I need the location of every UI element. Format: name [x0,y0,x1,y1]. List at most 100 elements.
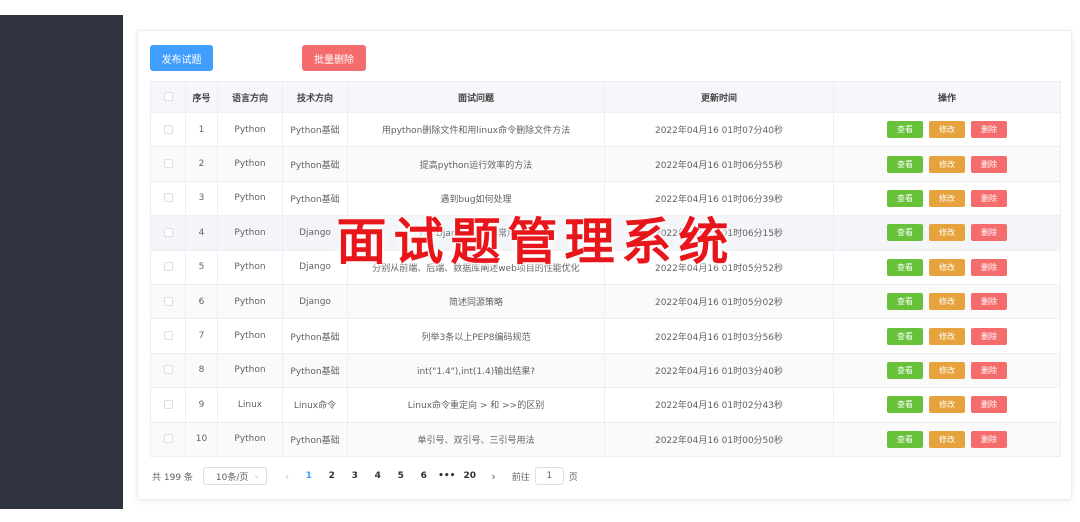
page-number[interactable]: 4 [366,471,389,481]
cell-tech: Python基础 [282,318,348,354]
table-row: 3 Python Python基础 遇到bug如何处理 2022年04月16 01时06… [150,180,1061,217]
row-checkbox[interactable] [163,159,173,169]
delete-button[interactable]: 删除 [971,224,1007,242]
page-number[interactable]: 5 [389,471,412,481]
row-select-cell[interactable] [150,146,186,182]
edit-button[interactable]: 修改 [929,396,965,414]
table-row: 2 Python Python基础 提高python运行效率的方法 2022年04月16… [150,146,1061,182]
edit-button[interactable]: 修改 [929,293,965,311]
select-all-checkbox[interactable] [163,92,173,101]
delete-button[interactable]: 删除 [971,396,1007,414]
row-checkbox[interactable] [163,434,173,444]
sidebar [0,15,123,509]
row-select-cell[interactable] [150,318,186,354]
cell-tech: Django [282,283,348,320]
view-button[interactable]: 查看 [887,121,923,139]
header-index: 序号 [185,81,218,113]
row-checkbox[interactable] [163,262,173,272]
row-checkbox[interactable] [163,296,173,306]
cell-actions: 查看 修改 删除 [833,180,1061,217]
cell-index: 2 [185,146,218,182]
cell-language: Python [217,283,283,320]
cell-question: int("1.4"),int(1.4)输出结果? [347,352,605,389]
cell-question: 单引号、双引号、三引号用法 [347,421,605,457]
cell-index: 7 [185,318,218,354]
edit-button[interactable]: 修改 [929,327,965,345]
edit-button[interactable]: 修改 [929,121,965,139]
delete-button[interactable]: 删除 [971,293,1007,311]
page-number[interactable]: 1 [297,471,320,481]
page-number[interactable]: 6 [412,471,435,481]
view-button[interactable]: 查看 [887,224,923,242]
edit-button[interactable]: 修改 [929,258,965,276]
edit-button[interactable]: 修改 [929,430,965,448]
table-row: 4 Python Django 列举Django的ORM常用方法 2022年04月16 … [150,215,1061,251]
cell-tech: Python基础 [282,146,348,182]
cell-language: Python [217,249,283,285]
delete-button[interactable]: 删除 [971,430,1007,448]
goto-page-input[interactable]: 1 [534,467,564,485]
view-button[interactable]: 查看 [887,189,923,207]
delete-button[interactable]: 删除 [971,155,1007,173]
question-list-card: 发布试题 批量删除 序号 语言方向 技术方向 面试问题 更新时间 操作 1 Pyt… [137,30,1072,500]
bulk-delete-button[interactable]: 批量删除 [302,45,366,71]
delete-button[interactable]: 删除 [971,327,1007,345]
cell-actions: 查看 修改 删除 [833,146,1061,182]
cell-actions: 查看 修改 删除 [833,387,1061,423]
row-checkbox[interactable] [163,331,173,341]
row-checkbox[interactable] [163,227,173,237]
delete-button[interactable]: 删除 [971,258,1007,276]
cell-tech: Django [282,249,348,285]
row-checkbox[interactable] [163,193,173,203]
edit-button[interactable]: 修改 [929,224,965,242]
cell-index: 6 [185,283,218,320]
row-select-cell[interactable] [150,352,186,389]
cell-actions: 查看 修改 删除 [833,283,1061,320]
row-checkbox[interactable] [163,399,173,409]
row-select-cell[interactable] [150,387,186,423]
page-number[interactable]: 2 [320,471,343,481]
row-checkbox[interactable] [163,365,173,375]
select-all-header[interactable] [150,81,186,113]
cell-index: 9 [185,387,218,423]
view-button[interactable]: 查看 [887,258,923,276]
view-button[interactable]: 查看 [887,361,923,379]
view-button[interactable]: 查看 [887,293,923,311]
cell-question: 简述同源策略 [347,283,605,320]
delete-button[interactable]: 删除 [971,189,1007,207]
page-ellipsis[interactable]: ••• [435,471,458,481]
row-select-cell[interactable] [150,180,186,217]
page-size-value: 10条/页 [215,472,249,483]
cell-updated: 2022年04月16 01时05分52秒 [604,249,834,285]
edit-button[interactable]: 修改 [929,361,965,379]
delete-button[interactable]: 删除 [971,361,1007,379]
chevron-down-icon: ⌄ [253,471,260,480]
row-select-cell[interactable] [150,111,186,148]
page-numbers: 1 2 3 4 5 6 ••• 20 [297,471,481,481]
edit-button[interactable]: 修改 [929,155,965,173]
cell-updated: 2022年04月16 01时03分40秒 [604,352,834,389]
page-number[interactable]: 3 [343,471,366,481]
prev-page-icon[interactable]: ‹ [285,470,289,483]
cell-index: 8 [185,352,218,389]
cell-language: Python [217,421,283,457]
table-header-row: 序号 语言方向 技术方向 面试问题 更新时间 操作 [150,81,1061,113]
delete-button[interactable]: 删除 [971,121,1007,139]
view-button[interactable]: 查看 [887,430,923,448]
cell-updated: 2022年04月16 01时00分50秒 [604,421,834,457]
view-button[interactable]: 查看 [887,155,923,173]
edit-button[interactable]: 修改 [929,189,965,207]
row-checkbox[interactable] [163,124,173,134]
cell-index: 3 [185,180,218,217]
row-select-cell[interactable] [150,421,186,457]
pagination: 共 199 条 10条/页 ⌄ ‹ 1 2 3 4 5 6 ••• 20 › 前往 1 页 [152,466,578,486]
row-select-cell[interactable] [150,215,186,251]
view-button[interactable]: 查看 [887,396,923,414]
view-button[interactable]: 查看 [887,327,923,345]
page-number[interactable]: 20 [458,471,481,481]
page-size-select[interactable]: 10条/页 ⌄ [202,467,267,485]
row-select-cell[interactable] [150,249,186,285]
row-select-cell[interactable] [150,283,186,320]
publish-question-button[interactable]: 发布试题 [150,45,213,71]
next-page-icon[interactable]: › [491,470,495,483]
